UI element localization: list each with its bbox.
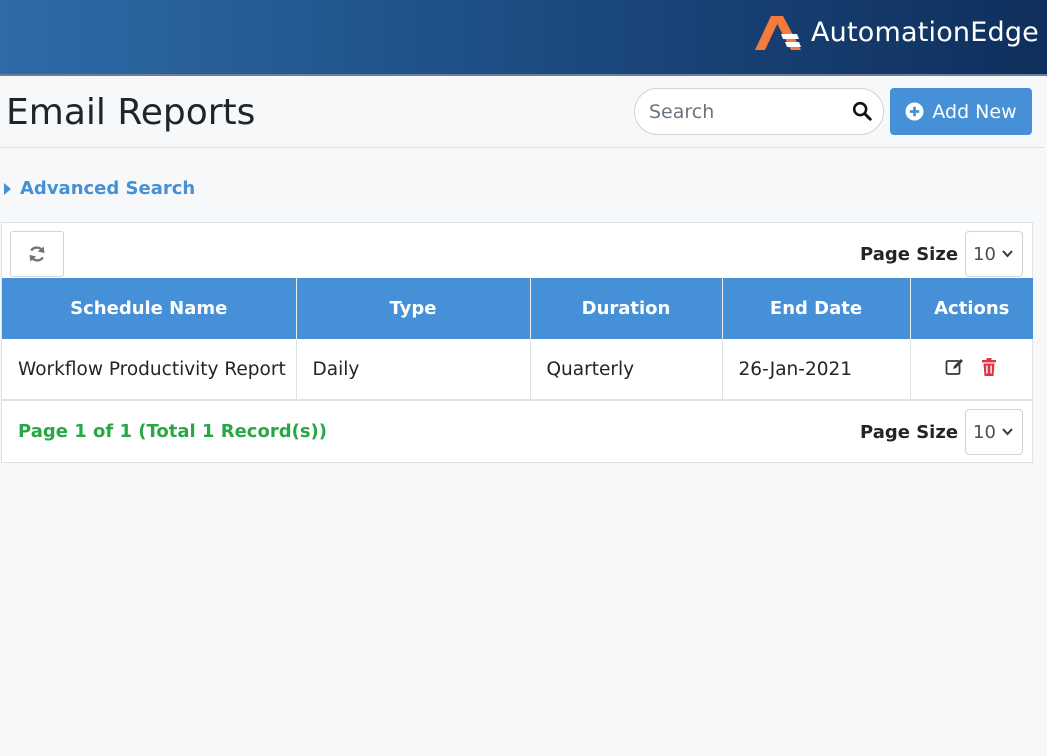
chevron-down-icon — [1002, 428, 1013, 436]
email-reports-table: Schedule Name Type Duration End Date Act… — [2, 278, 1033, 401]
plus-circle-icon — [905, 102, 924, 121]
caret-right-icon — [4, 182, 11, 195]
pagination-info: Page 1 of 1 (Total 1 Record(s)) — [18, 421, 327, 442]
column-header-end-date[interactable]: End Date — [722, 278, 911, 339]
chevron-down-icon — [1002, 250, 1013, 258]
row-actions — [945, 357, 999, 377]
cell-end-date: 26-Jan-2021 — [722, 339, 911, 401]
brand-name: AutomationEdge — [810, 16, 1039, 48]
refresh-button[interactable] — [10, 231, 64, 277]
brand-logo[interactable]: AutomationEdge — [751, 10, 1039, 54]
table-header-row: Schedule Name Type Duration End Date Act… — [2, 278, 1033, 339]
page-size-label: Page Size — [860, 421, 959, 443]
column-header-duration[interactable]: Duration — [530, 278, 723, 339]
column-header-actions: Actions — [910, 278, 1033, 339]
top-bar: AutomationEdge — [0, 0, 1047, 76]
column-header-type[interactable]: Type — [296, 278, 531, 339]
page-size-select[interactable]: 10 — [965, 409, 1024, 455]
add-new-label: Add New — [932, 100, 1017, 123]
page-size-top: Page Size 10 — [860, 231, 1024, 277]
page-header: Email Reports Add New — [0, 78, 1044, 148]
page-size-value: 10 — [973, 421, 996, 443]
page-title: Email Reports — [6, 92, 256, 133]
page-size-bottom: Page Size 10 — [860, 409, 1024, 455]
cell-type: Daily — [296, 339, 531, 401]
column-header-schedule-name[interactable]: Schedule Name — [2, 278, 297, 339]
page-size-value: 10 — [973, 243, 996, 265]
add-new-button[interactable]: Add New — [890, 88, 1032, 135]
page-size-select[interactable]: 10 — [965, 231, 1024, 277]
search-box — [634, 88, 884, 135]
automationedge-logo-icon — [754, 16, 801, 50]
search-input[interactable] — [649, 97, 839, 127]
results-panel: Page Size 10 Schedule Name Type Duration… — [1, 222, 1033, 463]
cell-duration: Quarterly — [530, 339, 723, 401]
search-icon[interactable] — [851, 100, 873, 122]
table-row: Workflow Productivity Report Daily Quart… — [2, 339, 1033, 401]
advanced-search-label: Advanced Search — [20, 178, 196, 199]
edit-icon[interactable] — [945, 357, 965, 377]
refresh-icon — [29, 246, 45, 262]
cell-actions — [910, 339, 1033, 401]
delete-icon[interactable] — [979, 357, 999, 377]
cell-schedule-name: Workflow Productivity Report — [2, 339, 297, 401]
page-size-label: Page Size — [860, 243, 959, 265]
advanced-search-toggle[interactable]: Advanced Search — [4, 178, 195, 199]
